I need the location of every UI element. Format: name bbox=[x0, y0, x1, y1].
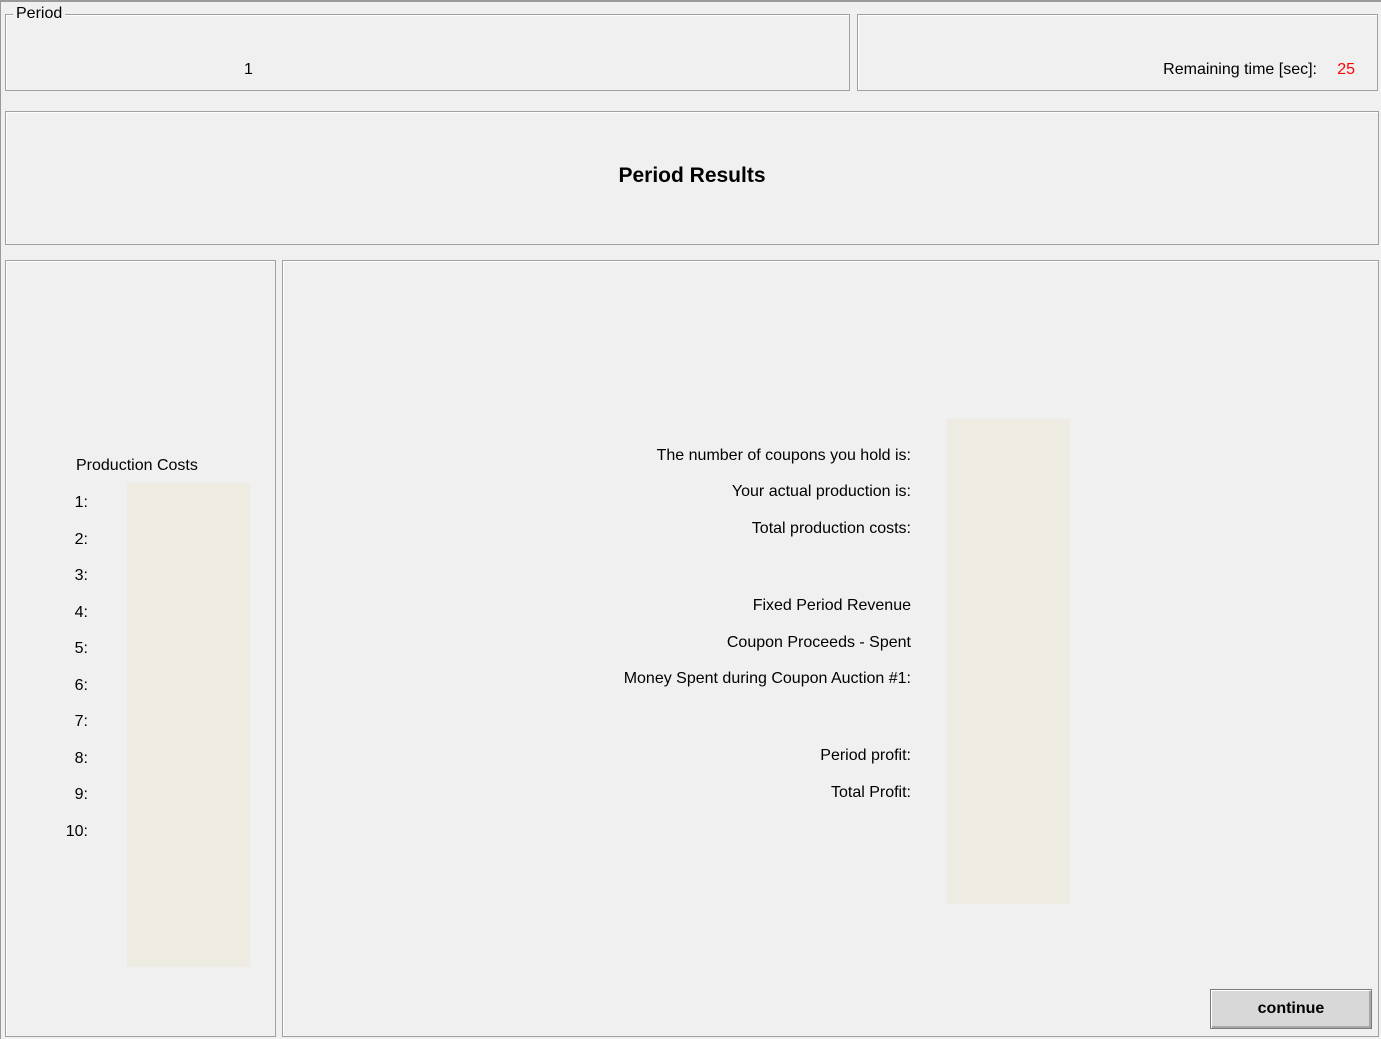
production-cost-row-label: 7: bbox=[74, 713, 88, 730]
production-costs-rows: 1: 2: 3: 4: 5: 6: 7: 8: 9: 10: bbox=[6, 494, 88, 859]
coupon-proceeds-label: Coupon Proceeds - Spent bbox=[726, 634, 911, 651]
period-legend: Period bbox=[13, 5, 66, 23]
period-profit-label: Period profit: bbox=[820, 747, 911, 764]
results-panel: The number of coupons you hold is: Your … bbox=[282, 260, 1379, 1037]
total-production-costs-label: Total production costs: bbox=[751, 520, 911, 537]
period-value: 1 bbox=[244, 61, 253, 78]
remaining-time-value: 25 bbox=[1337, 61, 1355, 78]
results-values-field bbox=[947, 419, 1070, 904]
production-cost-row-label: 6: bbox=[74, 676, 88, 694]
fixed-period-revenue-label: Fixed Period Revenue bbox=[752, 597, 911, 614]
production-costs-field bbox=[127, 483, 250, 967]
production-cost-row-label: 4: bbox=[74, 603, 88, 621]
continue-button[interactable]: continue bbox=[1210, 989, 1372, 1029]
production-cost-row-label: 5: bbox=[74, 640, 88, 657]
timer-panel: Remaining time [sec]: 25 bbox=[857, 14, 1378, 91]
actual-production-label: Your actual production is: bbox=[731, 483, 911, 500]
production-cost-row-label: 9: bbox=[74, 786, 88, 803]
page-title: Period Results bbox=[618, 164, 766, 187]
production-costs-title: Production Costs bbox=[76, 457, 198, 474]
production-cost-row-label: 2: bbox=[74, 530, 88, 548]
production-costs-panel: Production Costs 1: 2: 3: 4: 5: 6: 7: 8:… bbox=[5, 260, 276, 1037]
total-profit-label: Total Profit: bbox=[830, 784, 911, 801]
production-cost-row-label: 3: bbox=[74, 567, 88, 584]
coupons-held-label: The number of coupons you hold is: bbox=[656, 447, 911, 464]
title-panel: Period Results bbox=[5, 111, 1379, 245]
period-panel: 1 bbox=[5, 14, 850, 91]
production-cost-row-label: 1: bbox=[74, 494, 88, 511]
money-spent-auction-label: Money Spent during Coupon Auction #1: bbox=[623, 670, 911, 687]
production-cost-row-label: 8: bbox=[74, 749, 88, 767]
production-cost-row-label: 10: bbox=[65, 822, 88, 840]
remaining-time-label: Remaining time [sec]: bbox=[1163, 61, 1317, 78]
